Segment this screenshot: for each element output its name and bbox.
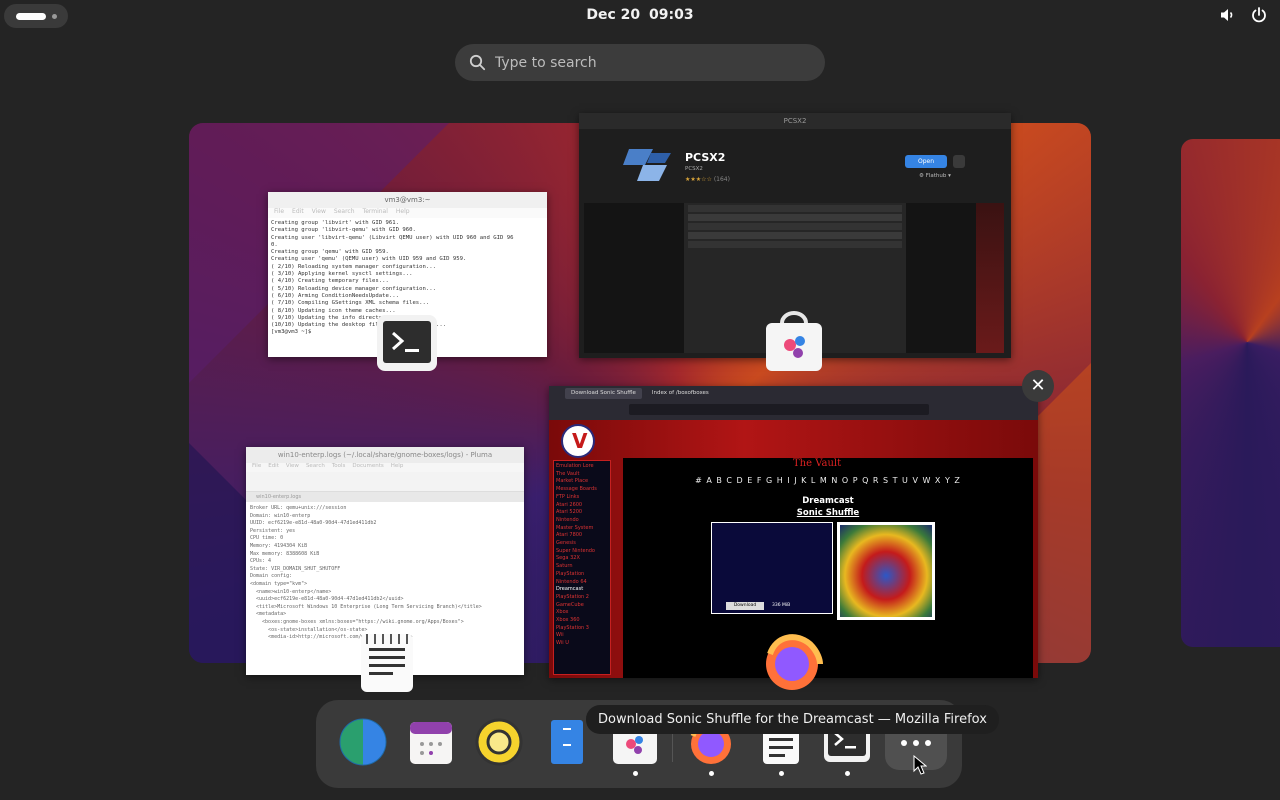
clock-time: 09:03 (649, 7, 694, 23)
site-title: The Vault (793, 458, 842, 469)
text-editor-badge-icon (361, 634, 413, 692)
volume-icon (1221, 9, 1233, 21)
terminal-badge-icon (377, 315, 437, 371)
dash-app-files[interactable] (541, 716, 593, 768)
game-cover-image (837, 522, 935, 620)
platform-heading: Dreamcast (802, 496, 854, 506)
page-content: The Vault # A B C D E F G H I J K L M N … (623, 458, 1033, 678)
firefox-badge-icon (766, 634, 823, 690)
close-window-button[interactable]: ✕ (1022, 370, 1054, 402)
power-icon (1252, 7, 1266, 23)
calendar-icon (410, 722, 452, 764)
app-name: PCSX2 (685, 151, 726, 164)
game-title-link[interactable]: Sonic Shuffle (623, 508, 1033, 518)
source-selector[interactable]: ⚙ Flathub ▾ (919, 173, 951, 179)
tab-index[interactable]: Index of /boxofboxes (646, 388, 715, 399)
menu-item: View (311, 208, 326, 215)
url-bar[interactable] (629, 404, 929, 415)
window-title: PCSX2 (579, 113, 1011, 129)
browser-globe-icon (339, 718, 387, 766)
menu-item: Search (333, 208, 355, 215)
files-icon (551, 720, 583, 764)
next-workspace-thumbnail[interactable] (1181, 139, 1280, 647)
menu-item: Edit (292, 208, 304, 215)
tab-strip: Download Sonic Shuffle Index of /boxofbo… (549, 386, 1038, 400)
site-sidebar: Emulation Lore The Vault Market Place Messa… (553, 460, 611, 675)
search-entry[interactable] (455, 44, 825, 81)
dash-app-rhythmbox[interactable] (473, 716, 525, 768)
dash-app-browser[interactable] (337, 716, 389, 768)
running-indicator (633, 771, 638, 776)
menu-item: File (274, 208, 285, 215)
document-tab[interactable]: win10-enterp.logs (246, 492, 524, 502)
search-input[interactable] (495, 50, 795, 75)
clock-date: Dec 20 (586, 7, 641, 23)
window-title: win10-enterp.logs (~/.local/share/gnome-… (246, 447, 524, 463)
window-tooltip: Download Sonic Shuffle for the Dreamcast… (586, 705, 999, 734)
open-button[interactable]: Open (905, 155, 947, 168)
menu-bar: File Edit View Search Terminal Help (268, 208, 547, 218)
top-bar: Dec 20 09:03 (0, 0, 1280, 32)
menu-item: Terminal (362, 208, 388, 215)
menu-item: Help (395, 208, 410, 215)
mouse-cursor-icon (913, 755, 927, 775)
download-button[interactable]: Download (726, 602, 764, 610)
document-text: Broker URL: qemu+unix:///session Domain: … (250, 505, 482, 641)
app-developer: PCSX2 (685, 166, 703, 172)
game-info-box: Download 336 MiB (711, 522, 833, 614)
site-logo[interactable]: V (561, 424, 595, 458)
screenshot-next[interactable] (976, 203, 1004, 353)
running-indicator (845, 771, 850, 776)
clock[interactable]: Dec 20 09:03 (0, 7, 1280, 23)
rating-stars: ★★★☆☆ (164) (685, 176, 730, 183)
dash-app-calendar[interactable] (405, 716, 457, 768)
running-indicator (779, 771, 784, 776)
uninstall-icon[interactable] (953, 155, 965, 168)
system-tray[interactable] (1218, 6, 1268, 24)
menu-bar: File Edit View Search Tools Documents Help (246, 463, 524, 472)
letter-index[interactable]: # A B C D E F G H I J K L M N O P Q R S … (623, 476, 1033, 485)
running-indicator (709, 771, 714, 776)
rhythmbox-icon (475, 718, 523, 766)
download-size: 336 MiB (772, 603, 791, 608)
software-badge-icon (766, 311, 822, 371)
toolbar (246, 472, 524, 492)
tab-sonic-shuffle[interactable]: Download Sonic Shuffle (565, 387, 642, 399)
pcsx2-logo-icon (623, 149, 671, 181)
navigation-bar (549, 400, 1038, 420)
search-icon (469, 54, 486, 71)
window-title: vm3@vm3:~ (268, 192, 547, 208)
